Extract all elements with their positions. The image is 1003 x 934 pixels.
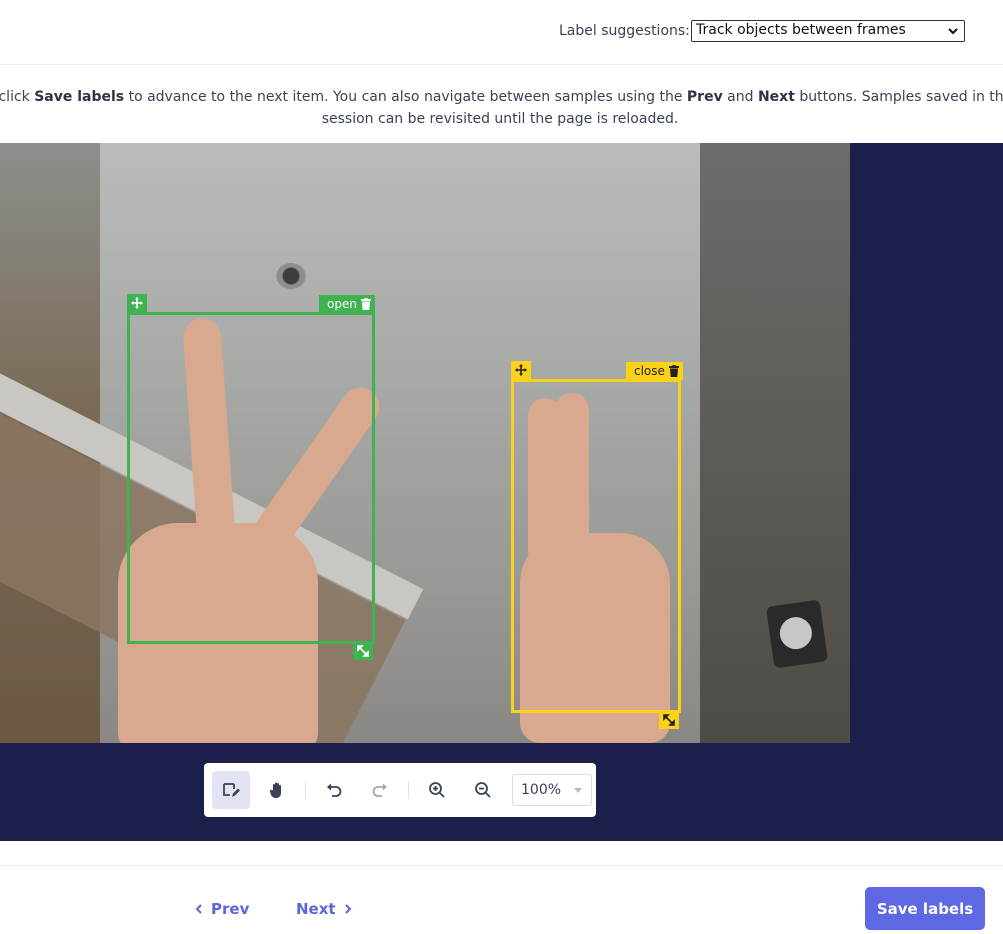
chevron-right-icon (344, 904, 351, 914)
zoom-in-button[interactable] (418, 771, 456, 809)
next-button-label: Next (296, 900, 336, 918)
chevron-left-icon (195, 904, 202, 914)
prev-button[interactable]: Prev (195, 900, 249, 918)
canvas-toolbar: 100% (204, 763, 596, 817)
zoom-level-value: 100% (521, 782, 562, 798)
bounding-box-open[interactable] (127, 312, 375, 644)
labeling-canvas[interactable]: open close 100% (0, 143, 1003, 841)
zoom-level-select[interactable]: 100% (512, 774, 592, 806)
resize-icon (663, 714, 675, 726)
zoom-out-button[interactable] (464, 771, 502, 809)
annotation-tag-open[interactable]: open (319, 295, 375, 313)
trash-icon[interactable] (668, 365, 679, 377)
move-icon (515, 364, 527, 376)
instructions-save-bold: Save labels (34, 89, 125, 105)
draw-box-tool-button[interactable] (212, 771, 250, 809)
move-handle-open[interactable] (127, 294, 147, 312)
instructions-and: and (722, 89, 758, 105)
annotation-label-open: open (327, 297, 357, 311)
label-suggestions-select[interactable]: Track objects between frames (691, 20, 965, 42)
instructions-middle: to advance to the next item. You can als… (124, 89, 687, 105)
chevron-down-icon (948, 28, 958, 35)
redo-button[interactable] (361, 771, 399, 809)
pan-tool-button[interactable] (258, 771, 296, 809)
instructions-text: n click Save labels to advance to the ne… (0, 86, 1003, 130)
prev-button-label: Prev (211, 900, 250, 918)
resize-icon (357, 645, 369, 657)
label-suggestions-value: Track objects between frames (696, 22, 906, 38)
image-ceiling-light (276, 263, 306, 289)
save-labels-button[interactable]: Save labels (865, 887, 985, 930)
toolbar-divider (305, 781, 306, 799)
move-icon (131, 297, 143, 309)
caret-down-icon (574, 788, 582, 793)
label-suggestions-label: Label suggestions: (559, 23, 690, 39)
pan-hand-icon (269, 782, 281, 798)
image-wall-clock (765, 599, 829, 669)
annotation-tag-close[interactable]: close (626, 362, 683, 380)
instructions-prefix: n click (0, 89, 30, 105)
move-handle-close[interactable] (511, 361, 531, 379)
trash-icon[interactable] (360, 298, 371, 310)
undo-button[interactable] (315, 771, 353, 809)
undo-icon (327, 783, 342, 797)
toolbar-divider (408, 781, 409, 799)
top-bar: Label suggestions: Track objects between… (0, 0, 1003, 65)
annotation-label-close: close (634, 364, 665, 378)
instructions-next-bold: Next (757, 89, 795, 105)
resize-handle-open[interactable] (353, 642, 373, 660)
footer-bar: Prev Next Save labels (0, 865, 1003, 934)
next-button[interactable]: Next (296, 900, 352, 918)
draw-box-icon (223, 783, 240, 797)
zoom-out-icon (475, 782, 491, 798)
resize-handle-close[interactable] (659, 711, 679, 729)
instructions-prev-bold: Prev (686, 89, 723, 105)
bounding-box-close[interactable] (511, 379, 681, 713)
redo-icon (372, 783, 387, 797)
zoom-in-icon (429, 782, 445, 798)
